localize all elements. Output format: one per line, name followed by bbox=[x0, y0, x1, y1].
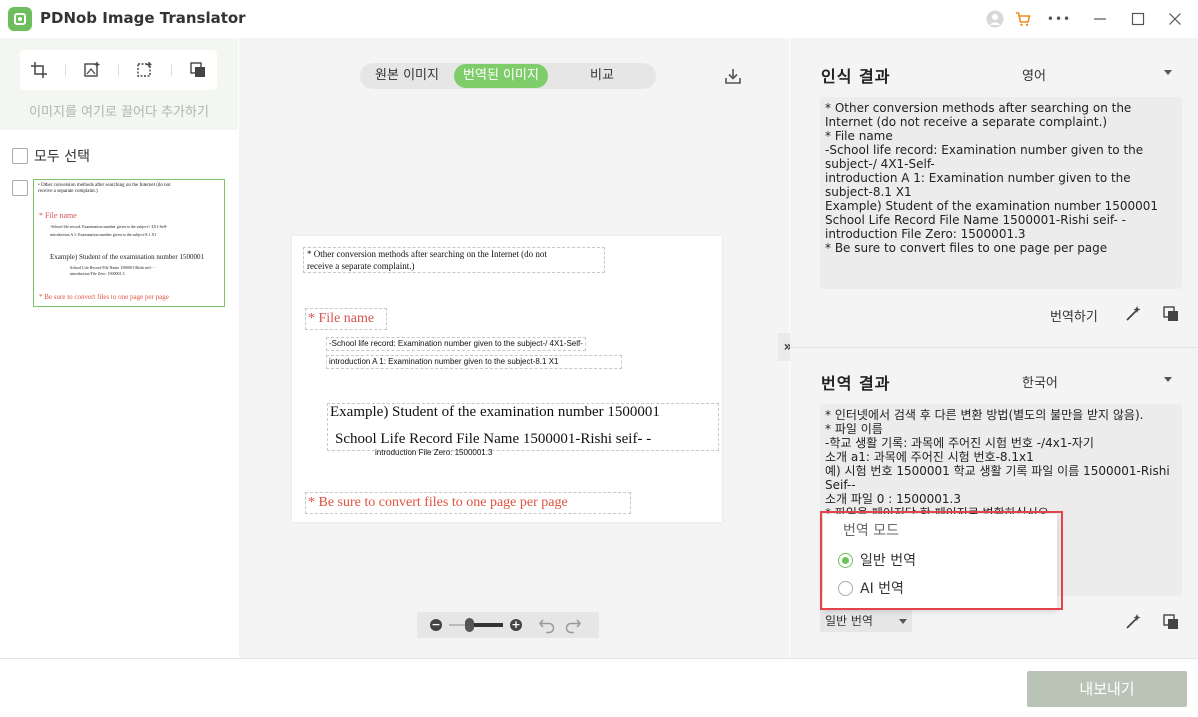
zoom-in-icon[interactable]: + bbox=[510, 619, 522, 631]
tab-original-image[interactable]: 원본 이미지 bbox=[360, 64, 454, 88]
undo-icon[interactable] bbox=[538, 616, 556, 634]
drop-hint: 이미지를 여기로 끌어다 추가하기 bbox=[29, 105, 209, 120]
preview-area: 원본 이미지 번역된 이미지 비교 * Other conversion met… bbox=[239, 38, 798, 658]
user-avatar-icon[interactable] bbox=[985, 9, 1005, 29]
tab-compare[interactable]: 비교 bbox=[548, 64, 656, 88]
copy-icon[interactable] bbox=[1162, 613, 1180, 631]
left-panel: 이미지를 여기로 끌어다 추가하기 모두 선택 • Other conversi… bbox=[0, 38, 238, 658]
bottom-bar: 내보내기 bbox=[0, 658, 1198, 717]
thumb-line: Example) Student of the examination numb… bbox=[50, 253, 204, 261]
translate-button[interactable]: 번역하기 bbox=[1050, 306, 1098, 325]
recognition-text[interactable]: * Other conversion methods after searchi… bbox=[820, 97, 1182, 289]
thumbnail-checkbox[interactable] bbox=[12, 180, 28, 196]
view-tabs: 원본 이미지 번역된 이미지 비교 bbox=[360, 63, 656, 89]
doc-line: Example) Student of the examination numb… bbox=[330, 404, 660, 420]
target-language-select[interactable]: 한국어 bbox=[1022, 372, 1172, 391]
thumb-line: School Life Record File Name 1500001-Ris… bbox=[70, 265, 155, 270]
doc-line: receive a separate complaint.) bbox=[307, 261, 415, 271]
add-folder-icon[interactable] bbox=[134, 59, 156, 81]
chevron-down-icon bbox=[1164, 377, 1172, 382]
download-icon[interactable] bbox=[723, 66, 743, 86]
chevron-down-icon bbox=[1164, 70, 1172, 75]
zoom-out-icon[interactable]: − bbox=[430, 619, 442, 631]
zoom-fill bbox=[469, 623, 503, 627]
source-language-value: 영어 bbox=[1022, 69, 1046, 84]
doc-file-name: * File name bbox=[308, 311, 375, 326]
zoom-slider-handle[interactable] bbox=[465, 618, 474, 632]
cart-icon[interactable] bbox=[1013, 9, 1033, 29]
image-thumbnail[interactable]: • Other conversion methods after searchi… bbox=[33, 179, 225, 307]
translated-document: * Other conversion methods after searchi… bbox=[292, 236, 722, 522]
toolbar-divider bbox=[171, 64, 173, 76]
doc-line: introduction File Zero: 1500001.3 bbox=[375, 448, 493, 457]
translation-title: 번역 결과 bbox=[821, 374, 891, 393]
translation-mode-value: 일반 번역 bbox=[825, 614, 873, 628]
crop-icon[interactable] bbox=[28, 59, 50, 81]
thumb-line: introduction A 1: Examination number giv… bbox=[50, 232, 157, 237]
thumb-line: introduction File Zero: 1500001.3 bbox=[70, 271, 125, 276]
thumb-line: -School life record: Examination number … bbox=[50, 224, 168, 229]
image-list: 모두 선택 • Other conversion methods after s… bbox=[0, 130, 238, 658]
copy-layers-icon[interactable] bbox=[187, 59, 209, 81]
export-button[interactable]: 내보내기 bbox=[1027, 671, 1187, 707]
translation-mode-select[interactable]: 일반 번역 bbox=[820, 610, 912, 632]
thumb-line: receive a separate complaint.) bbox=[38, 189, 98, 194]
source-language-select[interactable]: 영어 bbox=[1022, 65, 1172, 84]
title-bar: PDNob Image Translator ••• bbox=[0, 0, 1198, 38]
recognition-title: 인식 결과 bbox=[821, 67, 891, 86]
doc-be-sure: * Be sure to convert files to one page p… bbox=[308, 495, 568, 510]
highlight-frame bbox=[820, 511, 1063, 610]
target-language-value: 한국어 bbox=[1022, 376, 1058, 391]
minimize-icon[interactable] bbox=[1090, 9, 1110, 29]
more-icon[interactable]: ••• bbox=[1047, 9, 1070, 29]
redo-icon[interactable] bbox=[564, 616, 582, 634]
toolbar-divider bbox=[117, 64, 119, 76]
thumb-line: * File name bbox=[39, 211, 77, 220]
chevron-down-icon bbox=[899, 619, 907, 624]
image-toolbar bbox=[20, 50, 217, 90]
magic-wand-icon[interactable] bbox=[1124, 613, 1142, 631]
magic-wand-icon[interactable] bbox=[1124, 305, 1142, 323]
thumb-line: • Other conversion methods after searchi… bbox=[38, 183, 171, 188]
close-icon[interactable] bbox=[1165, 9, 1185, 29]
doc-line: * Other conversion methods after searchi… bbox=[307, 249, 547, 259]
select-all-checkbox[interactable] bbox=[12, 148, 28, 164]
app-logo-icon bbox=[8, 7, 32, 31]
thumb-line: * Be sure to convert files to one page p… bbox=[39, 293, 169, 301]
section-divider bbox=[790, 347, 1198, 348]
image-tools-area: 이미지를 여기로 끌어다 추가하기 bbox=[0, 38, 238, 130]
copy-icon[interactable] bbox=[1162, 305, 1180, 323]
doc-line: introduction A 1: Examination number giv… bbox=[329, 357, 559, 366]
toolbar-divider bbox=[64, 64, 66, 76]
maximize-icon[interactable] bbox=[1128, 9, 1148, 29]
zoom-controls: − + bbox=[417, 612, 599, 638]
select-all-label: 모두 선택 bbox=[34, 149, 90, 165]
select-all-row[interactable]: 모두 선택 bbox=[12, 146, 90, 166]
doc-line: -School life record: Examination number … bbox=[329, 339, 583, 348]
app-title: PDNob Image Translator bbox=[40, 9, 246, 27]
doc-line: School Life Record File Name 1500001-Ris… bbox=[335, 431, 652, 447]
tab-translated-image[interactable]: 번역된 이미지 bbox=[454, 64, 548, 88]
add-image-icon[interactable] bbox=[81, 59, 103, 81]
